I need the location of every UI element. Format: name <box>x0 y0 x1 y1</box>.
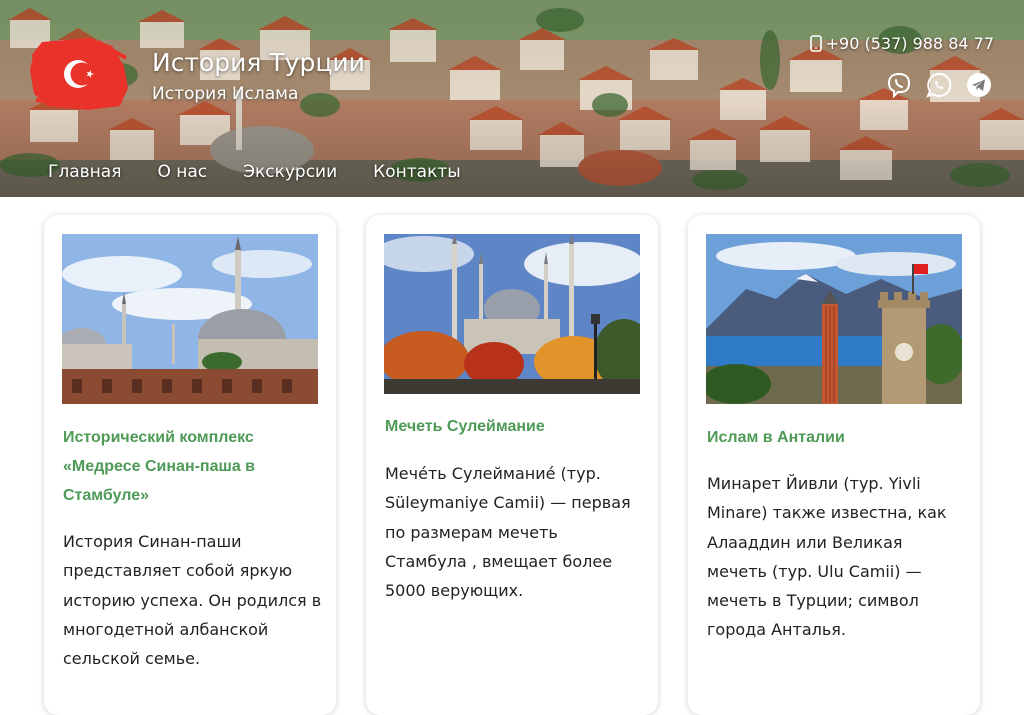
main-nav: Главная О нас Экскурсии Контакты <box>48 162 461 182</box>
viber-link[interactable] <box>884 70 914 100</box>
suleymaniye-mosque-image <box>384 234 640 394</box>
card-image[interactable] <box>384 234 640 394</box>
site-title[interactable]: История Турции <box>152 48 365 77</box>
card-text: Минарет Йивли (тур. Yivli Minare) также … <box>707 474 947 640</box>
card-image[interactable] <box>706 234 962 404</box>
turkey-flag-logo-icon <box>30 38 128 110</box>
article-card[interactable]: Ислам в Анталии Минарет Йивли (тур. Yivl… <box>688 215 980 715</box>
nav-item-about[interactable]: О нас <box>157 162 207 182</box>
antalya-yivli-minaret-image <box>706 234 962 404</box>
social-links <box>884 70 994 100</box>
whatsapp-link[interactable] <box>924 70 954 100</box>
card-text: Мече́ть Сулеймание́ (тур. Süleymaniye Ca… <box>385 464 631 601</box>
telegram-icon <box>967 73 991 97</box>
whatsapp-icon <box>926 72 952 98</box>
site-subtitle: История Ислама <box>152 84 299 104</box>
viber-icon <box>887 72 911 99</box>
card-title[interactable]: Мечеть Сулеймание <box>385 412 642 441</box>
card-text: История Синан-паши представляет собой яр… <box>63 532 322 669</box>
phone-number[interactable]: +90 (537) 988 84 77 <box>826 34 994 53</box>
site-logo[interactable] <box>28 36 130 112</box>
card-title[interactable]: Ислам в Анталии <box>707 423 964 452</box>
mobile-phone-icon <box>809 35 822 52</box>
phone-contact[interactable]: +90 (537) 988 84 77 <box>809 34 994 53</box>
sinan-pasha-madrasa-image <box>62 234 318 404</box>
nav-item-contacts[interactable]: Контакты <box>373 162 461 182</box>
nav-item-home[interactable]: Главная <box>48 162 121 182</box>
card-image[interactable] <box>62 234 318 404</box>
article-cards: Исторический комплекс «Медресе Синан-паш… <box>44 215 980 715</box>
article-card[interactable]: Исторический комплекс «Медресе Синан-паш… <box>44 215 336 715</box>
card-title[interactable]: Исторический комплекс «Медресе Синан-паш… <box>63 423 320 510</box>
article-card[interactable]: Мечеть Сулеймание Мече́ть Сулеймание́ (т… <box>366 215 658 715</box>
telegram-link[interactable] <box>964 70 994 100</box>
site-header: История Турции История Ислама +90 (537) … <box>0 0 1024 197</box>
nav-item-tours[interactable]: Экскурсии <box>243 162 337 182</box>
